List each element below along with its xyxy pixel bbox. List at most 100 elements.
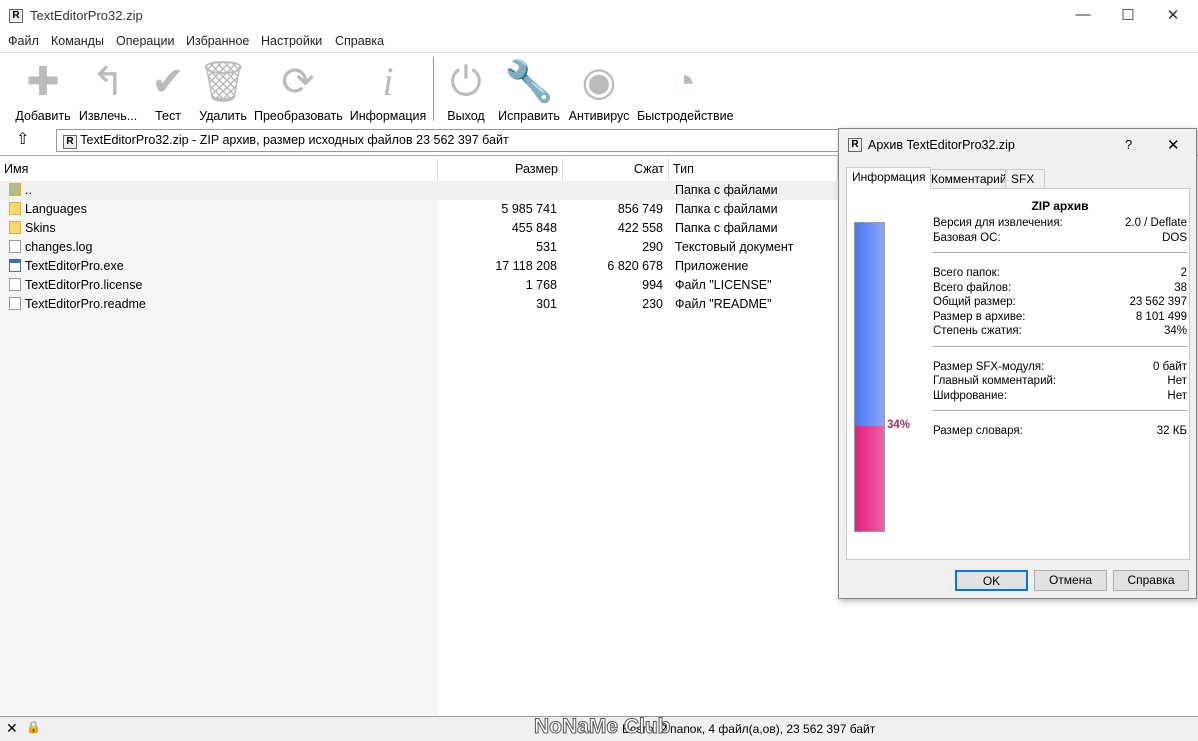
info-key: Размер SFX-модуля: bbox=[933, 360, 1045, 373]
file-type: Папка с файлами bbox=[675, 183, 778, 197]
file-packed-size: 422 558 bbox=[617, 221, 663, 235]
menu-favorites[interactable]: Избранное bbox=[186, 34, 249, 48]
file-size: 1 768 bbox=[525, 278, 557, 292]
file-row[interactable]: changes.log 531 290 Текстовый документ bbox=[0, 238, 838, 257]
file-row[interactable]: TextEditorPro.readme 301 230 Файл "README" bbox=[0, 295, 838, 314]
power-icon: ⏻ bbox=[450, 60, 482, 104]
convert-button[interactable]: ⟳ Преобразовать bbox=[254, 57, 343, 123]
file-name: Skins bbox=[25, 221, 56, 235]
convert-icon: ⟳ bbox=[281, 60, 315, 104]
repair-button[interactable]: 🔧 Исправить bbox=[496, 57, 562, 123]
wrench-icon: 🔧 bbox=[504, 60, 554, 104]
toolbar: ✚ Добавить ↰ Извлечь... ✔ Тест 🗑 Удалить ⟳ Пр… bbox=[0, 52, 1198, 126]
file-row[interactable]: Languages 5 985 741 856 749 Папка с файлами bbox=[0, 200, 838, 219]
info-value: Нет bbox=[1167, 389, 1187, 402]
file-row[interactable]: TextEditorPro.exe 17 118 208 6 820 678 Прил… bbox=[0, 257, 838, 276]
file-packed-size: 290 bbox=[642, 240, 663, 254]
info-row: Версия для извлечения: 2.0 / Deflate bbox=[933, 217, 1187, 232]
cancel-button[interactable]: Отмена bbox=[1034, 570, 1107, 591]
dialog-close-button[interactable]: ✕ bbox=[1167, 136, 1180, 154]
file-name: TextEditorPro.license bbox=[25, 278, 143, 292]
exit-button[interactable]: ⏻ Выход bbox=[444, 57, 488, 123]
app-icon: R bbox=[9, 9, 23, 23]
info-value: 2.0 / Deflate bbox=[1124, 217, 1187, 229]
column-header-name[interactable]: Имя bbox=[0, 158, 438, 182]
original-size-fill bbox=[855, 223, 884, 427]
info-value: 8 101 499 bbox=[1135, 310, 1187, 323]
ok-button[interactable]: OK bbox=[955, 570, 1028, 591]
close-x-icon[interactable]: ✕ bbox=[6, 720, 18, 737]
archive-type-heading: ZIP архив bbox=[1031, 199, 1089, 213]
lock-icon[interactable]: 🔒 bbox=[26, 720, 41, 734]
info-row: Размер SFX-модуля: 0 байт bbox=[933, 361, 1187, 376]
file-row[interactable]: .. Папка с файлами bbox=[0, 181, 838, 200]
antivirus-button[interactable]: ◉ Антивирус bbox=[567, 57, 631, 123]
file-size: 301 bbox=[536, 297, 557, 311]
menu-file[interactable]: Файл bbox=[8, 34, 39, 48]
extract-button[interactable]: ↰ Извлечь... bbox=[78, 57, 138, 123]
info-value: 23 562 397 bbox=[1129, 296, 1187, 308]
file-packed-size: 230 bbox=[642, 297, 663, 311]
file-row[interactable]: Skins 455 848 422 558 Папка с файлами bbox=[0, 219, 838, 238]
info-key: Степень сжатия: bbox=[933, 325, 1022, 337]
menu-operations[interactable]: Операции bbox=[116, 34, 174, 48]
info-row: Базовая ОС: DOS bbox=[933, 232, 1187, 247]
info-button[interactable]: i Информация bbox=[348, 57, 428, 123]
test-button[interactable]: ✔ Тест bbox=[144, 57, 192, 123]
file-size: 5 985 741 bbox=[501, 202, 557, 216]
minimize-button[interactable]: — bbox=[1073, 6, 1093, 23]
info-key: Всего файлов: bbox=[933, 281, 1012, 294]
separator bbox=[933, 410, 1187, 411]
file-name: .. bbox=[25, 183, 32, 197]
file-icon bbox=[9, 278, 21, 291]
file-type: Файл "README" bbox=[675, 297, 772, 311]
up-folder-button[interactable]: ⇧ bbox=[16, 129, 29, 149]
file-size: 455 848 bbox=[511, 221, 557, 235]
file-name: changes.log bbox=[25, 240, 93, 254]
separator bbox=[933, 345, 1187, 347]
help-button[interactable]: ? bbox=[1125, 137, 1132, 152]
info-icon: i bbox=[382, 59, 394, 104]
file-type: Папка с файлами bbox=[675, 202, 778, 216]
delete-button[interactable]: 🗑 Удалить bbox=[197, 57, 249, 123]
file-name: Languages bbox=[25, 202, 87, 216]
info-key: Главный комментарий: bbox=[933, 375, 1057, 387]
title-bar: R TextEditorPro32.zip — ☐ ✕ bbox=[0, 0, 1198, 32]
file-icon bbox=[9, 297, 21, 310]
file-type: Файл "LICENSE" bbox=[675, 278, 772, 292]
info-row: Всего папок: 2 bbox=[933, 267, 1187, 282]
extract-arrow-icon: ↰ bbox=[91, 60, 125, 104]
menu-commands[interactable]: Команды bbox=[51, 34, 104, 48]
add-button[interactable]: ✚ Добавить bbox=[14, 57, 72, 123]
checkmark-icon: ✔ bbox=[151, 60, 185, 104]
plus-icon: ✚ bbox=[26, 60, 60, 104]
help-dialog-button[interactable]: Справка bbox=[1113, 570, 1189, 591]
ratio-label: 34% bbox=[887, 419, 911, 432]
tab-sfx[interactable]: SFX bbox=[1005, 169, 1045, 189]
info-row: Размер в архиве: 8 101 499 bbox=[933, 311, 1187, 326]
address-text: TextEditorPro32.zip - ZIP архив, размер … bbox=[80, 133, 509, 147]
gauge-icon: ◔ bbox=[671, 60, 697, 104]
toolbar-divider bbox=[433, 57, 434, 121]
menu-settings[interactable]: Настройки bbox=[261, 34, 322, 48]
file-row[interactable]: TextEditorPro.license 1 768 994 Файл "LICEN… bbox=[0, 276, 838, 295]
close-button[interactable]: ✕ bbox=[1163, 6, 1183, 24]
info-value: 34% bbox=[1163, 325, 1187, 337]
column-header-size[interactable]: Размер bbox=[438, 158, 563, 182]
menu-bar: Файл Команды Операции Избранное Настройк… bbox=[0, 32, 1198, 52]
maximize-button[interactable]: ☐ bbox=[1118, 6, 1138, 24]
column-header-packed[interactable]: Сжат bbox=[563, 158, 669, 182]
packed-size-fill bbox=[855, 426, 884, 531]
info-row: Шифрование: Нет bbox=[933, 390, 1187, 405]
info-row: Степень сжатия: 34% bbox=[933, 325, 1187, 340]
menu-help[interactable]: Справка bbox=[335, 34, 384, 48]
info-value: Нет bbox=[1167, 375, 1187, 387]
tab-comment[interactable]: Комментарий bbox=[925, 169, 1013, 189]
info-value: 0 байт bbox=[1152, 360, 1187, 373]
benchmark-button[interactable]: ◔ Быстродействие bbox=[637, 57, 734, 123]
column-header-type[interactable]: Тип bbox=[669, 158, 838, 182]
file-name: TextEditorPro.readme bbox=[25, 297, 146, 311]
info-row: Размер словаря: 32 КБ bbox=[933, 425, 1187, 440]
tab-info[interactable]: Информация bbox=[846, 167, 932, 189]
info-key: Размер в архиве: bbox=[933, 310, 1026, 323]
